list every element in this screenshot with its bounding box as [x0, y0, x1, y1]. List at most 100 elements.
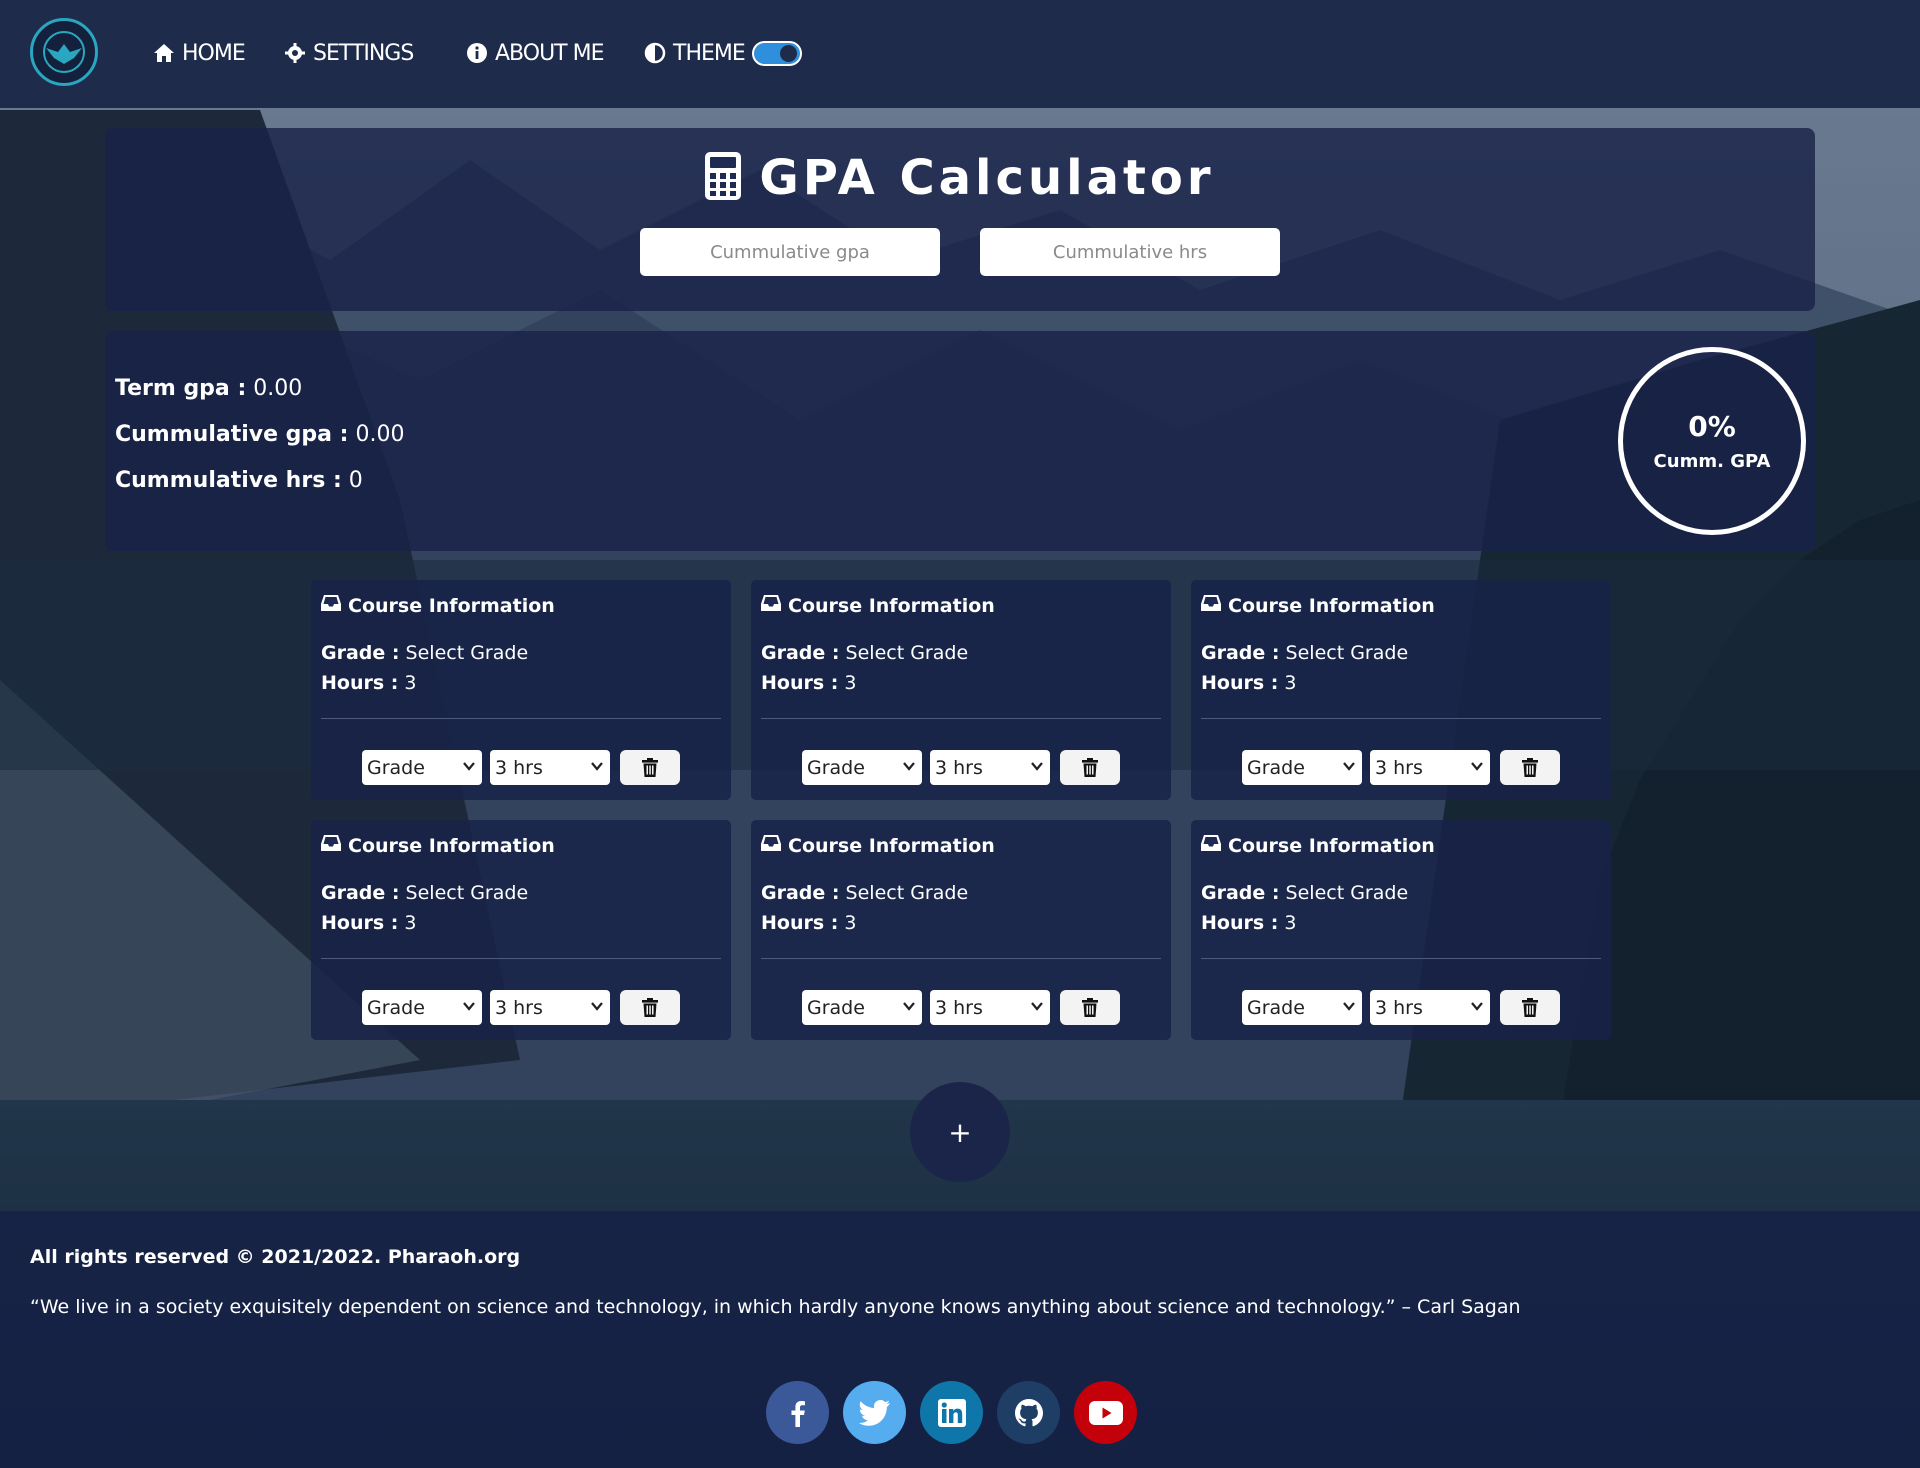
hours-line: Hours : 3 — [321, 672, 417, 694]
hours-value: 3 — [844, 672, 857, 694]
add-course-label: + — [948, 1115, 972, 1149]
github-link[interactable] — [997, 1381, 1060, 1444]
chevron-down-icon — [1343, 1002, 1355, 1011]
info-icon — [465, 41, 489, 65]
nav-home[interactable]: HOME — [152, 38, 246, 68]
grade-line: Grade : Select Grade — [321, 642, 528, 664]
hours-label: Hours : — [321, 912, 399, 934]
grade-value: Select Grade — [1285, 882, 1409, 904]
inbox-icon — [1201, 594, 1221, 617]
trash-icon — [1082, 998, 1098, 1017]
grade-label: Grade : — [761, 882, 840, 904]
grade-label: Grade : — [1201, 882, 1280, 904]
grade-line: Grade : Select Grade — [321, 882, 528, 904]
grade-select[interactable]: Grade — [362, 990, 482, 1025]
hours-label: Hours : — [1201, 912, 1279, 934]
calculator-icon — [705, 152, 742, 204]
cumulative-hrs-value: 0 — [348, 468, 363, 493]
gear-icon — [283, 41, 307, 65]
chevron-down-icon — [1031, 762, 1043, 771]
course-card-title: Course Information — [1201, 594, 1435, 617]
course-card-title-text: Course Information — [348, 834, 555, 857]
course-card: Course Information Grade : Select Grade … — [311, 580, 731, 800]
cumulative-gpa-stat: Cummulative gpa : 0.00 — [115, 422, 404, 447]
site-logo[interactable] — [30, 18, 98, 86]
chevron-down-icon — [463, 1002, 475, 1011]
delete-course-button[interactable] — [1060, 750, 1120, 785]
cumulative-gpa-input[interactable] — [640, 228, 940, 276]
inbox-icon — [321, 594, 341, 617]
nav-settings[interactable]: SETTINGS — [283, 38, 414, 68]
course-card-title: Course Information — [321, 834, 555, 857]
grade-label: Grade : — [321, 642, 400, 664]
grade-value: Select Grade — [845, 882, 969, 904]
nav-theme: THEME — [643, 38, 746, 68]
delete-course-button[interactable] — [1500, 990, 1560, 1025]
copyright-text: All rights reserved © 2021/2022. Pharaoh… — [30, 1246, 521, 1268]
twitter-link[interactable] — [843, 1381, 906, 1444]
delete-course-button[interactable] — [1060, 990, 1120, 1025]
card-divider — [1201, 958, 1601, 959]
chevron-down-icon — [903, 1002, 915, 1011]
course-card-title: Course Information — [761, 594, 995, 617]
grade-select[interactable]: Grade — [802, 750, 922, 785]
term-gpa-label: Term gpa : — [115, 376, 247, 401]
delete-course-button[interactable] — [1500, 750, 1560, 785]
course-card-title-text: Course Information — [788, 594, 995, 617]
hours-select[interactable]: 3 hrs — [930, 990, 1050, 1025]
grade-select-value: Grade — [367, 756, 425, 779]
hours-line: Hours : 3 — [1201, 672, 1297, 694]
hours-select-value: 3 hrs — [495, 756, 543, 779]
linkedin-icon — [937, 1398, 966, 1427]
hours-label: Hours : — [761, 672, 839, 694]
grade-select[interactable]: Grade — [1242, 990, 1362, 1025]
hours-line: Hours : 3 — [761, 672, 857, 694]
card-divider — [1201, 718, 1601, 719]
hours-select[interactable]: 3 hrs — [930, 750, 1050, 785]
facebook-link[interactable] — [766, 1381, 829, 1444]
delete-course-button[interactable] — [620, 750, 680, 785]
contrast-icon — [643, 41, 667, 65]
nav-about[interactable]: ABOUT ME — [465, 38, 604, 68]
trash-icon — [1082, 758, 1098, 777]
hours-select[interactable]: 3 hrs — [1370, 990, 1490, 1025]
nav-home-label: HOME — [182, 40, 246, 66]
grade-value: Select Grade — [845, 642, 969, 664]
theme-toggle[interactable] — [752, 41, 802, 66]
hours-select[interactable]: 3 hrs — [490, 750, 610, 785]
grade-select[interactable]: Grade — [362, 750, 482, 785]
term-gpa-value: 0.00 — [253, 376, 303, 401]
hours-value: 3 — [404, 672, 417, 694]
eagle-logo-icon — [43, 31, 85, 73]
chevron-down-icon — [1471, 762, 1483, 771]
cumulative-hrs-input[interactable] — [980, 228, 1280, 276]
delete-course-button[interactable] — [620, 990, 680, 1025]
inbox-icon — [321, 834, 341, 857]
nav-settings-label: SETTINGS — [313, 40, 414, 66]
grade-label: Grade : — [1201, 642, 1280, 664]
toggle-knob — [780, 45, 797, 62]
grade-label: Grade : — [761, 642, 840, 664]
nav-about-label: ABOUT ME — [495, 40, 604, 66]
youtube-link[interactable] — [1074, 1381, 1137, 1444]
trash-icon — [642, 998, 658, 1017]
chevron-down-icon — [1031, 1002, 1043, 1011]
hours-value: 3 — [844, 912, 857, 934]
grade-select-value: Grade — [807, 756, 865, 779]
trash-icon — [642, 758, 658, 777]
hours-select[interactable]: 3 hrs — [1370, 750, 1490, 785]
hours-label: Hours : — [1201, 672, 1279, 694]
linkedin-link[interactable] — [920, 1381, 983, 1444]
chevron-down-icon — [1343, 762, 1355, 771]
trash-icon — [1522, 998, 1538, 1017]
course-card-title: Course Information — [321, 594, 555, 617]
add-course-button[interactable]: + — [910, 1082, 1010, 1182]
hours-label: Hours : — [761, 912, 839, 934]
hours-select[interactable]: 3 hrs — [490, 990, 610, 1025]
grade-select[interactable]: Grade — [802, 990, 922, 1025]
grade-line: Grade : Select Grade — [761, 642, 968, 664]
grade-select[interactable]: Grade — [1242, 750, 1362, 785]
grade-select-value: Grade — [807, 996, 865, 1019]
trash-icon — [1522, 758, 1538, 777]
grade-line: Grade : Select Grade — [761, 882, 968, 904]
